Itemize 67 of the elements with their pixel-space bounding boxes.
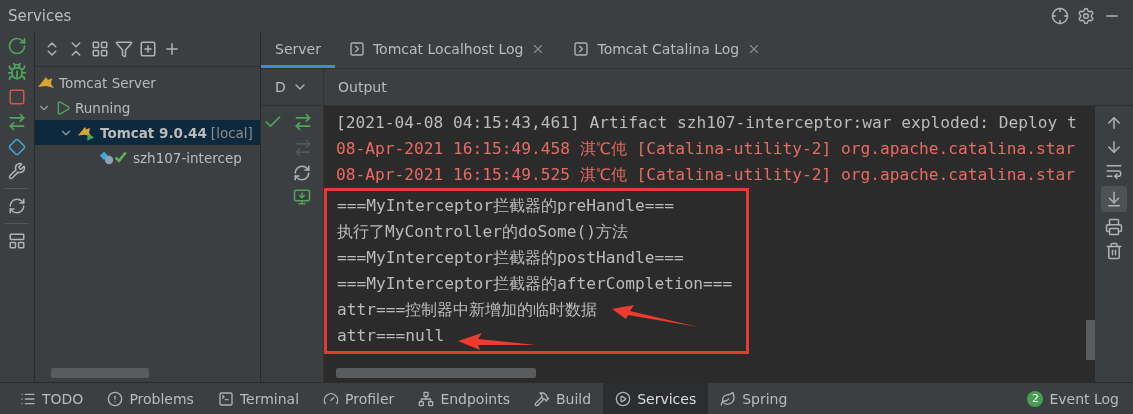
print-icon[interactable] (1105, 218, 1123, 236)
log-line: ===MyInterceptor拦截器的postHandle=== (337, 247, 684, 269)
arrow-down-icon[interactable] (1105, 138, 1123, 156)
play-icon (615, 390, 632, 407)
rerun-icon[interactable] (7, 36, 27, 56)
refresh-icon[interactable] (293, 164, 311, 182)
tab-label: Tomcat Catalina Log (597, 40, 740, 57)
settings-icon[interactable] (1077, 7, 1095, 25)
log-line: ===MyInterceptor拦截器的afterCompletion=== (337, 273, 733, 295)
event-log-button[interactable]: 2 Event Log (1013, 383, 1133, 414)
group-icon[interactable] (91, 40, 109, 58)
deploy-dropdown[interactable]: D (261, 69, 323, 106)
tool-window-button[interactable]: Profiler (311, 383, 407, 414)
scrollbar[interactable] (1086, 320, 1095, 360)
console-icon (348, 40, 365, 57)
hammer-icon (534, 390, 550, 407)
log-line: 执行了MyController的doSome()方法 (337, 221, 628, 243)
tool-window-button[interactable]: TODO (8, 383, 96, 414)
refresh-icon[interactable] (8, 197, 26, 215)
count-badge: 2 (1027, 390, 1044, 407)
alert-icon (107, 390, 124, 407)
scrollbar[interactable] (51, 368, 149, 378)
tool-window-button[interactable]: Terminal (205, 383, 312, 414)
panel-title: Services (8, 7, 73, 25)
tree-item[interactable]: Running (35, 95, 260, 120)
trash-icon[interactable] (1105, 242, 1123, 260)
diamond-icon[interactable] (8, 138, 26, 156)
scrollbar[interactable] (336, 368, 536, 378)
tool-window-button[interactable]: Problems (95, 383, 206, 414)
log-line: 08-Apr-2021 16:15:49.458 淇℃伅 [Catalina-utility-2] org.apache.catalina.star (336, 138, 1076, 160)
layout-icon[interactable] (8, 232, 26, 250)
log-line: ===MyInterceptor拦截器的preHandle=== (337, 195, 674, 217)
tool-window-button[interactable]: Services (603, 383, 709, 414)
download-icon[interactable] (293, 188, 311, 206)
wrench-icon[interactable] (8, 162, 26, 180)
leaf-icon (720, 390, 737, 407)
bug-icon[interactable] (7, 62, 27, 82)
add-icon[interactable] (163, 40, 181, 58)
add-service-icon[interactable] (139, 40, 157, 58)
stop-icon[interactable] (8, 88, 26, 106)
crosshair-icon[interactable] (1051, 7, 1069, 25)
artifact-icon (99, 150, 129, 165)
tree-item[interactable]: Tomcat Server (35, 70, 260, 95)
wrap-icon[interactable] (1105, 162, 1123, 180)
filter-icon[interactable] (115, 40, 133, 58)
tab-label: Server (275, 40, 321, 57)
tab[interactable]: Tomcat Localhost Log (334, 32, 560, 68)
deploy-icon[interactable] (293, 112, 313, 132)
tab-label: Tomcat Localhost Log (372, 40, 524, 57)
log-line: attr===控制器中新增加的临时数据 (337, 299, 598, 321)
tab[interactable]: Tomcat Catalina Log (559, 32, 776, 68)
tool-window-button[interactable]: Spring (708, 383, 800, 414)
terminal-icon (217, 390, 234, 407)
log-line: [2021-04-08 04:15:43,461] Artifact szh107-interceptor:war exploded: Deploy t (336, 112, 1078, 134)
scroll-end-icon[interactable] (1105, 190, 1123, 208)
log-line: attr===null (337, 325, 445, 347)
tool-window-button[interactable]: Build (522, 383, 604, 414)
tree-item[interactable]: Tomcat 9.0.44 [local] (35, 120, 260, 145)
log-line: 08-Apr-2021 16:15:49.525 淇℃伅 [Catalina-utility-2] org.apache.catalina.star (336, 164, 1076, 186)
tree-item[interactable]: szh107-intercep (35, 145, 260, 170)
play-icon (55, 99, 71, 116)
gauge-icon (323, 390, 340, 407)
deploy-icon[interactable] (7, 112, 27, 132)
network-icon (418, 390, 435, 407)
tool-window-button[interactable]: Endpoints (406, 383, 522, 414)
tab[interactable]: Server (261, 32, 335, 68)
console-icon (573, 40, 590, 57)
